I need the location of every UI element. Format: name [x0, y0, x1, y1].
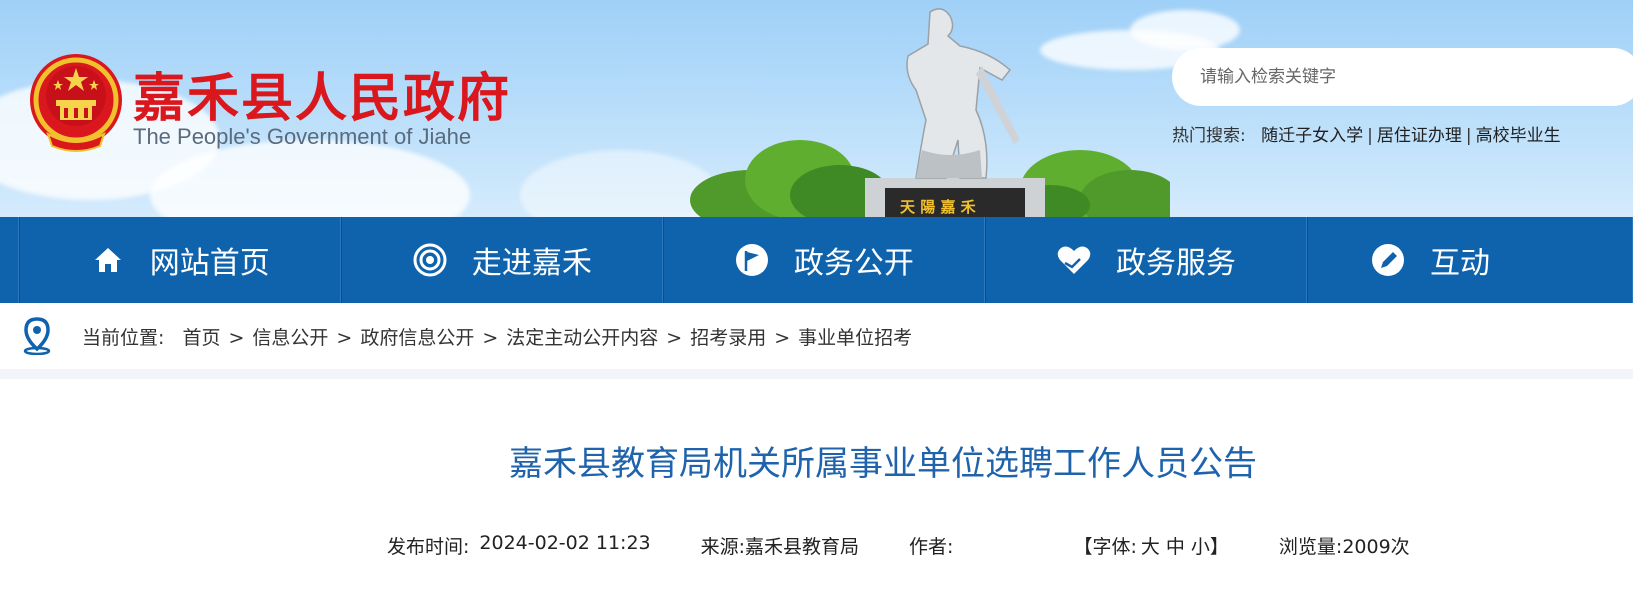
nav-edge: [0, 217, 19, 303]
nav-item-interaction[interactable]: 互动: [1306, 217, 1633, 303]
nav-label: 走进嘉禾: [471, 246, 592, 281]
publish-time-label: 发布时间:: [387, 536, 470, 558]
nav-item-services[interactable]: 政务服务: [984, 217, 1307, 303]
hot-search-separator: |: [1367, 126, 1373, 146]
source-label: 来源:: [700, 536, 746, 558]
search-box[interactable]: [1172, 48, 1633, 106]
breadcrumb-separator: >: [336, 326, 353, 349]
pen-icon: [1370, 242, 1406, 278]
article-title: 嘉禾县教育局机关所属事业单位选聘工作人员公告: [509, 444, 1257, 484]
breadcrumb-link[interactable]: 法定主动公开内容: [506, 327, 658, 349]
flag-icon: [734, 242, 770, 278]
breadcrumb-separator: >: [228, 326, 245, 349]
nav-label: 政务公开: [793, 246, 914, 281]
font-size-close: 】: [1209, 536, 1229, 558]
nav-item-gov-affairs[interactable]: 政务公开: [662, 217, 985, 303]
breadcrumb-link[interactable]: 事业单位招考: [798, 327, 912, 349]
breadcrumb-label: 当前位置:: [82, 326, 165, 349]
location-pin-icon: [23, 317, 51, 355]
hot-search-label: 热门搜索:: [1172, 126, 1246, 146]
hot-search-separator: |: [1465, 126, 1472, 146]
hot-search-link[interactable]: 居住证办理: [1377, 126, 1462, 146]
breadcrumb-separator: >: [482, 326, 499, 349]
search-input[interactable]: [1200, 67, 1633, 87]
site-banner: 嘉禾县人民政府 The People's Government of Jiahe…: [0, 0, 1633, 217]
breadcrumb-link[interactable]: 首页: [182, 327, 220, 349]
breadcrumb-separator: >: [774, 326, 791, 349]
font-size-open: 【字体:: [1073, 536, 1137, 558]
breadcrumb-link[interactable]: 招考录用: [690, 327, 766, 349]
site-title[interactable]: 嘉禾县人民政府: [133, 56, 511, 131]
author-label: 作者:: [909, 536, 954, 558]
source-value: 嘉禾县教育局: [745, 536, 860, 558]
hot-search: 热门搜索: 随迁子女入学 | 居住证办理 | 高校毕业生: [1172, 121, 1561, 146]
heart-hand-icon: [1056, 242, 1092, 278]
breadcrumb: 当前位置: 首页 > 信息公开 > 政府信息公开 > 法定主动公开内容 > 招考录用 > 事业单位招…: [0, 303, 1633, 369]
site-subtitle: The People's Government of Jiahe: [133, 124, 472, 149]
nav-item-about[interactable]: 走进嘉禾: [340, 217, 663, 303]
nav-item-home[interactable]: 网站首页: [18, 217, 341, 303]
hot-search-link[interactable]: 随迁子女入学: [1261, 126, 1363, 146]
breadcrumb-link[interactable]: 信息公开: [252, 327, 328, 349]
font-size-medium-button[interactable]: 中: [1166, 532, 1185, 559]
target-icon: [412, 242, 448, 278]
breadcrumb-divider: [0, 369, 1633, 379]
main-nav: 网站首页 走进嘉禾 政务公开 政务服务 互动: [0, 217, 1633, 303]
nav-label: 政务服务: [1115, 246, 1236, 281]
statue-illustration: [690, 8, 1170, 217]
nav-label: 网站首页: [149, 246, 270, 281]
nav-label: 互动: [1429, 246, 1490, 281]
national-emblem-icon: [30, 54, 122, 152]
breadcrumb-link[interactable]: 政府信息公开: [360, 327, 474, 349]
views-count: 2009次: [1342, 536, 1410, 558]
monument-inscription: 天 陽 嘉 禾: [900, 198, 976, 216]
breadcrumb-separator: >: [666, 326, 683, 349]
publish-time: 2024-02-02 11:23: [479, 532, 651, 554]
font-size-small-button[interactable]: 小: [1191, 532, 1210, 559]
views-label: 浏览量:: [1278, 536, 1343, 558]
home-icon: [90, 242, 126, 278]
hot-search-link[interactable]: 高校毕业生: [1476, 126, 1561, 146]
article-meta: 发布时间: 2024-02-02 11:23 来源: 嘉禾县教育局 作者: 【字…: [387, 532, 1410, 559]
font-size-large-button[interactable]: 大: [1141, 532, 1160, 559]
